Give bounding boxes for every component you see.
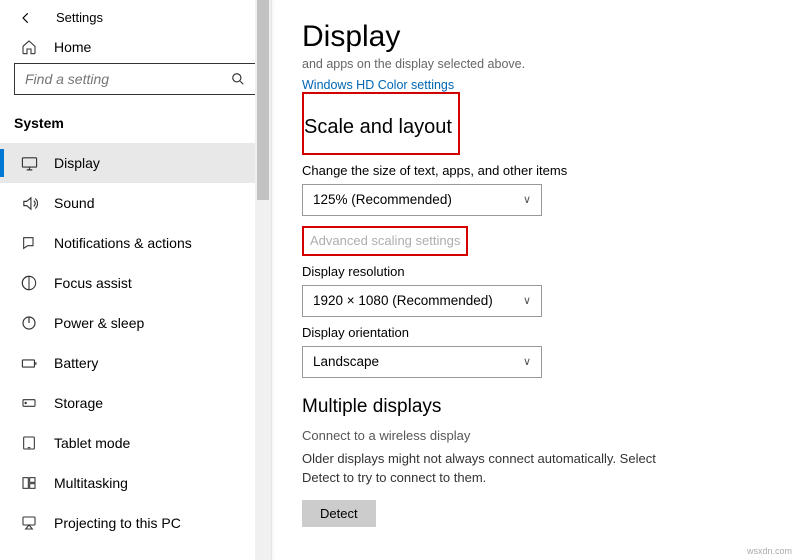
- advanced-scaling-link[interactable]: Advanced scaling settings: [310, 233, 460, 248]
- highlight-scale-heading: Scale and layout: [302, 92, 460, 155]
- sidebar-section-title: System: [0, 105, 271, 137]
- multitasking-icon: [20, 475, 38, 491]
- sidebar-item-tablet[interactable]: Tablet mode: [0, 423, 271, 463]
- resolution-select-value: 1920 × 1080 (Recommended): [313, 293, 493, 308]
- sound-icon: [20, 195, 38, 212]
- wireless-display-link[interactable]: Connect to a wireless display: [302, 428, 770, 443]
- sidebar-item-power[interactable]: Power & sleep: [0, 303, 271, 343]
- multiple-displays-heading: Multiple displays: [302, 396, 441, 418]
- scrollbar-thumb[interactable]: [257, 0, 269, 200]
- orientation-select-value: Landscape: [313, 354, 379, 369]
- sidebar-item-label: Storage: [54, 395, 103, 411]
- sidebar-item-label: Display: [54, 155, 100, 171]
- app-title: Settings: [56, 10, 103, 25]
- sidebar-item-projecting[interactable]: Projecting to this PC: [0, 503, 271, 543]
- back-icon[interactable]: [18, 11, 34, 25]
- search-input[interactable]: [14, 63, 257, 95]
- resolution-select[interactable]: 1920 × 1080 (Recommended) ∨: [302, 285, 542, 317]
- hd-color-settings-link[interactable]: Windows HD Color settings: [302, 78, 770, 92]
- sidebar-item-label: Focus assist: [54, 275, 132, 291]
- sidebar-scrollbar[interactable]: [255, 0, 271, 560]
- sidebar-nav: Display Sound Notifications & actions Fo…: [0, 143, 271, 543]
- watermark: wsxdn.com: [747, 546, 792, 556]
- orientation-label: Display orientation: [302, 325, 770, 340]
- focus-icon: [20, 275, 38, 291]
- sidebar-item-battery[interactable]: Battery: [0, 343, 271, 383]
- page-title: Display: [302, 20, 770, 54]
- sidebar-item-label: Projecting to this PC: [54, 515, 181, 531]
- chevron-down-icon: ∨: [523, 355, 531, 368]
- highlight-advanced-link: Advanced scaling settings: [302, 226, 468, 256]
- nav-home-label: Home: [54, 39, 91, 55]
- sidebar-item-storage[interactable]: Storage: [0, 383, 271, 423]
- sidebar-item-multitasking[interactable]: Multitasking: [0, 463, 271, 503]
- orientation-select[interactable]: Landscape ∨: [302, 346, 542, 378]
- scale-layout-heading: Scale and layout: [304, 116, 452, 139]
- scale-select[interactable]: 125% (Recommended) ∨: [302, 184, 542, 216]
- sidebar: Settings Home System Display: [0, 0, 272, 560]
- sidebar-item-sound[interactable]: Sound: [0, 183, 271, 223]
- power-icon: [20, 315, 38, 331]
- sidebar-item-label: Battery: [54, 355, 98, 371]
- sidebar-item-label: Power & sleep: [54, 315, 144, 331]
- main-content: Display and apps on the display selected…: [272, 0, 800, 560]
- chevron-down-icon: ∨: [523, 193, 531, 206]
- sidebar-item-notifications[interactable]: Notifications & actions: [0, 223, 271, 263]
- sidebar-item-label: Tablet mode: [54, 435, 130, 451]
- sidebar-item-label: Sound: [54, 195, 94, 211]
- tablet-icon: [20, 435, 38, 451]
- detect-description: Older displays might not always connect …: [302, 449, 682, 488]
- detect-button[interactable]: Detect: [302, 500, 376, 527]
- resolution-label: Display resolution: [302, 264, 770, 279]
- home-icon: [20, 39, 38, 55]
- search-icon: [230, 72, 246, 86]
- sidebar-item-label: Multitasking: [54, 475, 128, 491]
- sidebar-item-label: Notifications & actions: [54, 235, 192, 251]
- cropped-description: and apps on the display selected above.: [302, 56, 770, 74]
- nav-home[interactable]: Home: [0, 29, 271, 63]
- display-icon: [20, 155, 38, 172]
- chevron-down-icon: ∨: [523, 294, 531, 307]
- scale-label: Change the size of text, apps, and other…: [302, 163, 770, 178]
- search-field[interactable]: [25, 71, 230, 87]
- notifications-icon: [20, 235, 38, 251]
- scale-select-value: 125% (Recommended): [313, 192, 452, 207]
- storage-icon: [20, 395, 38, 411]
- sidebar-item-focus[interactable]: Focus assist: [0, 263, 271, 303]
- projecting-icon: [20, 515, 38, 531]
- battery-icon: [20, 355, 38, 372]
- sidebar-item-display[interactable]: Display: [0, 143, 271, 183]
